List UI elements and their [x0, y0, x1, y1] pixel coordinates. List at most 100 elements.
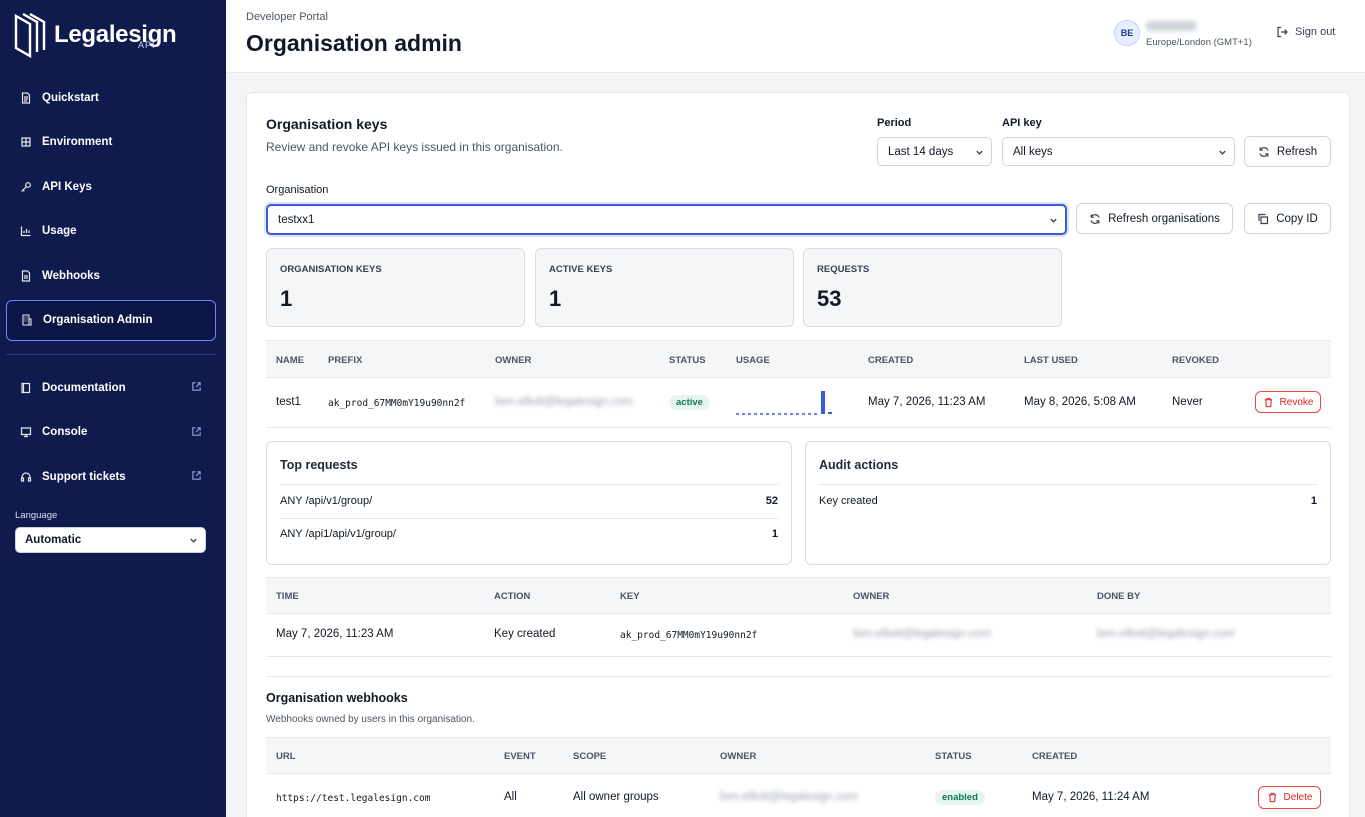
chevron-down-icon	[190, 538, 197, 543]
row-divider	[266, 656, 1331, 657]
nav-item-label: Support tickets	[42, 470, 126, 483]
globe-icon	[21, 137, 31, 147]
revoke-button[interactable]: Revoke	[1255, 391, 1321, 413]
nav-item-environment[interactable]: Environment	[6, 122, 216, 163]
nav-item-console[interactable]: Console	[6, 412, 216, 453]
usage-bar	[828, 412, 832, 414]
column-header: STATUS	[669, 355, 706, 366]
headset-icon	[20, 471, 32, 482]
organisation-value: testxx1	[278, 213, 315, 226]
column-header: TIME	[276, 591, 299, 602]
building-icon	[22, 314, 32, 326]
organisation-select[interactable]: testxx1	[266, 204, 1067, 235]
logo[interactable]: Legalesign	[14, 12, 177, 58]
request-path: ANY /api1/api/v1/group/	[280, 528, 396, 540]
page-title: Organisation admin	[246, 30, 462, 56]
audit-action-count: 1	[1310, 495, 1317, 507]
api-key-select[interactable]: All keys	[1002, 137, 1235, 166]
webhooks-subtitle: Webhooks owned by users in this organisa…	[266, 714, 475, 725]
nav-item-label: Organisation Admin	[43, 314, 153, 326]
period-value: Last 14 days	[888, 145, 954, 158]
nav-item-quickstart[interactable]: Quickstart	[6, 77, 216, 118]
refresh-icon	[1090, 213, 1100, 224]
audit-action-name: Key created	[819, 495, 878, 507]
nav-item-label: Webhooks	[42, 269, 100, 282]
copy-id-button[interactable]: Copy ID	[1244, 203, 1331, 234]
nav-item-webhooks[interactable]: Webhooks	[6, 255, 216, 296]
stat-label: ORGANISATION KEYS	[280, 264, 382, 275]
period-select[interactable]: Last 14 days	[877, 137, 992, 166]
nav-item-label: Documentation	[42, 381, 126, 394]
column-header: REVOKED	[1172, 355, 1219, 366]
primary-nav: Quickstart Environment API Keys Usage We…	[6, 77, 216, 344]
stat-value: 1	[280, 286, 293, 311]
column-header: CREATED	[1032, 751, 1078, 762]
section-subtitle: Review and revoke API keys issued in thi…	[266, 140, 563, 154]
user-name-redacted	[1146, 21, 1196, 31]
book-icon	[21, 382, 31, 393]
usage-bar	[821, 391, 825, 414]
row-divider	[280, 484, 779, 485]
stat-value: 1	[549, 286, 562, 311]
api-key-label: API key	[1002, 117, 1042, 129]
keys-table-header: NAME PREFIX OWNER STATUS USAGE CREATED L…	[266, 340, 1331, 378]
nav-item-documentation[interactable]: Documentation	[6, 367, 216, 408]
key-revoked: Never	[1172, 396, 1203, 408]
copy-icon	[1258, 213, 1269, 224]
organisation-label: Organisation	[266, 184, 329, 196]
webhook-created: May 7, 2026, 11:24 AM	[1032, 791, 1150, 803]
delete-button[interactable]: Delete	[1258, 786, 1321, 809]
key-name: test1	[276, 396, 301, 408]
chevron-down-icon	[976, 150, 983, 155]
audit-actions-card: Audit actions Key created 1	[805, 441, 1331, 565]
breadcrumb[interactable]: Developer Portal	[246, 11, 328, 23]
sidebar: Legalesign API Quickstart Environment AP…	[0, 0, 226, 817]
nav-item-support-tickets[interactable]: Support tickets	[6, 456, 216, 497]
audit-actions-title: Audit actions	[819, 458, 899, 472]
refresh-button[interactable]: Refresh	[1244, 136, 1331, 167]
request-count: 52	[765, 495, 778, 507]
column-header: DONE BY	[1097, 591, 1141, 602]
nav-item-organisation-admin[interactable]: Organisation Admin	[6, 299, 216, 341]
webhook-scope: All owner groups	[573, 791, 659, 803]
monitor-icon	[20, 427, 32, 438]
top-requests-card: Top requests ANY /api/v1/group/ 52 ANY /…	[266, 441, 792, 565]
audit-key: ak_prod_67MM0mY19u90nn2f	[620, 630, 758, 641]
table-row: test1 ak_prod_67MM0mY19u90nn2f ben.ellio…	[266, 378, 1331, 427]
status-badge: enabled	[935, 790, 985, 805]
usage-sparkline	[736, 391, 832, 415]
table-row: https://test.legalesign.com All All owne…	[266, 774, 1331, 817]
api-key-value: All keys	[1013, 145, 1053, 158]
period-label: Period	[877, 117, 912, 129]
nav-item-label: Environment	[42, 136, 113, 148]
audit-time: May 7, 2026, 11:23 AM	[276, 628, 394, 640]
language-select[interactable]: Automatic	[15, 527, 206, 553]
top-header: Developer Portal Organisation admin BE E…	[226, 0, 1365, 73]
webhook-owner: ben.elliott@legalesign.com	[720, 791, 858, 803]
refresh-organisations-button[interactable]: Refresh organisations	[1076, 203, 1233, 234]
avatar[interactable]: BE	[1114, 20, 1140, 46]
trash-icon	[1264, 397, 1272, 407]
stat-value: 53	[817, 286, 842, 311]
row-divider	[266, 427, 1331, 428]
audit-action: Key created	[494, 628, 556, 640]
sign-out-button[interactable]: Sign out	[1276, 26, 1335, 38]
request-path: ANY /api/v1/group/	[280, 495, 373, 507]
nav-item-usage[interactable]: Usage	[6, 211, 216, 252]
delete-label: Delete	[1283, 792, 1313, 803]
audit-owner: ben.elliott@legalesign.com	[853, 628, 991, 640]
revoke-label: Revoke	[1279, 396, 1314, 408]
nav-item-label: Usage	[42, 225, 77, 237]
webhook-url: https://test.legalesign.com	[276, 793, 431, 804]
nav-item-api-keys[interactable]: API Keys	[6, 166, 216, 207]
refresh-organisations-label: Refresh organisations	[1108, 212, 1220, 225]
column-header: SCOPE	[573, 751, 607, 762]
key-prefix: ak_prod_67MM0mY19u90nn2f	[328, 398, 466, 409]
column-header: USAGE	[736, 355, 770, 366]
nav-item-label: Console	[42, 426, 88, 438]
trash-icon	[1268, 792, 1276, 803]
column-header: OWNER	[495, 355, 532, 366]
top-requests-title: Top requests	[280, 458, 358, 472]
organisation-keys-card: Organisation keys Review and revoke API …	[246, 92, 1350, 817]
refresh-label: Refresh	[1276, 145, 1318, 158]
